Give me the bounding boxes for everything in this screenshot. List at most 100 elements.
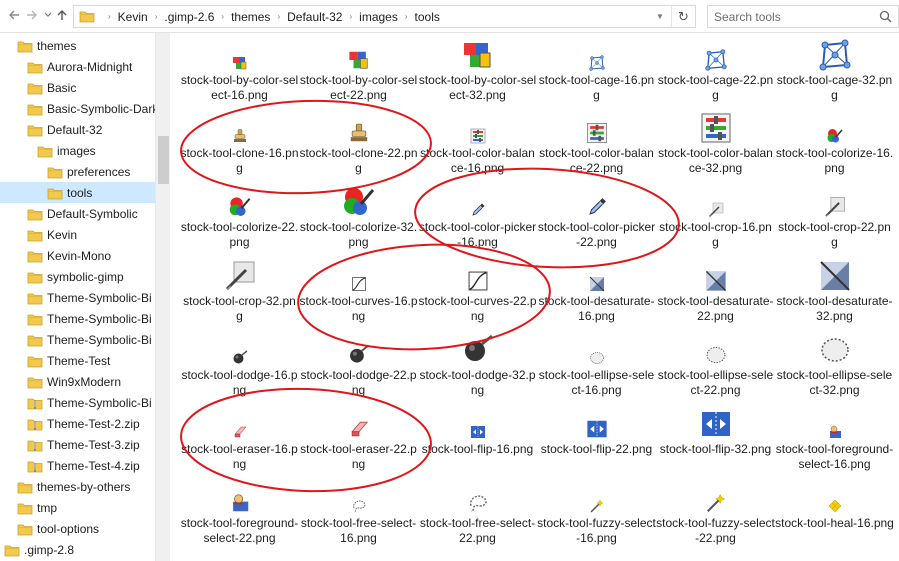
sidebar-item[interactable]: Default-Symbolic	[27, 203, 138, 224]
sidebar-item[interactable]: Theme-Test-2.zip	[27, 413, 140, 434]
file-name: stock-tool-by-color-select-16.png	[180, 73, 299, 102]
file-name: stock-tool-dodge-22.png	[300, 368, 417, 397]
sidebar-item[interactable]: .gimp-2.8	[4, 539, 74, 560]
file-item[interactable]: stock-tool-flip-16.png	[418, 408, 537, 482]
address-bar[interactable]: › Kevin › .gimp-2.6 › themes › Default-32 › image…	[73, 5, 696, 28]
file-item[interactable]: stock-tool-curves-22.png	[418, 260, 537, 334]
breadcrumb-item[interactable]: Default-32	[286, 10, 343, 24]
sidebar-item[interactable]: tools	[0, 182, 155, 203]
file-name: stock-tool-ellipse-select-16.png	[538, 368, 655, 397]
file-item[interactable]: stock-tool-color-picker-22.png	[537, 186, 656, 260]
breadcrumb-separator-icon[interactable]: ›	[399, 12, 414, 21]
file-item[interactable]: stock-tool-color-picker-16.png	[418, 186, 537, 260]
file-item[interactable]: stock-tool-flip-22.png	[537, 408, 656, 482]
sidebar-scrollbar[interactable]	[155, 33, 170, 561]
file-item[interactable]: stock-tool-eraser-22.png	[299, 408, 418, 482]
file-item[interactable]: stock-tool-dodge-22.png	[299, 334, 418, 408]
sidebar-item[interactable]: images	[37, 140, 96, 161]
file-item[interactable]: stock-tool-dodge-16.png	[180, 334, 299, 408]
file-item[interactable]: stock-tool-desaturate-16.png	[537, 260, 656, 334]
file-item[interactable]: stock-tool-color-balance-22.png	[537, 112, 656, 186]
sidebar-item[interactable]: Basic-Symbolic-Dark	[27, 98, 158, 119]
breadcrumb-separator-icon[interactable]: ›	[149, 12, 164, 21]
search-input[interactable]	[714, 9, 874, 24]
file-item[interactable]: stock-tool-cage-16.png	[537, 39, 656, 113]
breadcrumb: › Kevin › .gimp-2.6 › themes › Default-32 › image…	[102, 6, 441, 27]
file-item[interactable]: stock-tool-colorize-32.png	[299, 186, 418, 260]
forward-arrow-icon[interactable]	[24, 8, 40, 24]
file-item[interactable]: stock-tool-curves-16.png	[299, 260, 418, 334]
sidebar-item[interactable]: tool-options	[17, 518, 99, 539]
file-item[interactable]: stock-tool-crop-16.png	[656, 186, 775, 260]
sidebar-item[interactable]: Theme-Test-4.zip	[27, 455, 140, 476]
breadcrumb-separator-icon[interactable]: ›	[102, 12, 117, 21]
sidebar-item[interactable]: Default-32	[27, 119, 102, 140]
file-item[interactable]: stock-tool-crop-32.png	[180, 260, 299, 334]
file-item[interactable]: stock-tool-dodge-32.png	[418, 334, 537, 408]
file-item[interactable]: stock-tool-ellipse-select-16.png	[537, 334, 656, 408]
file-item[interactable]: stock-tool-by-color-select-32.png	[418, 39, 537, 113]
sidebar-item[interactable]: themes	[17, 35, 76, 56]
folder-icon	[4, 543, 20, 557]
breadcrumb-item[interactable]: Kevin	[117, 10, 149, 24]
sidebar-item[interactable]: Kevin	[27, 224, 77, 245]
file-name: stock-tool-colorize-16.png	[775, 146, 894, 175]
breadcrumb-separator-icon[interactable]: ›	[215, 12, 230, 21]
file-item[interactable]: stock-tool-ellipse-select-22.png	[656, 334, 775, 408]
file-item[interactable]: stock-tool-cage-22.png	[656, 39, 775, 113]
sidebar-item[interactable]: themes-by-others	[17, 476, 130, 497]
file-item[interactable]: stock-tool-color-balance-16.png	[418, 112, 537, 186]
sidebar-item-label: Kevin-Mono	[47, 248, 112, 263]
sidebar-item[interactable]: Theme-Symbolic-Bi	[27, 287, 152, 308]
breadcrumb-separator-icon[interactable]: ›	[271, 12, 286, 21]
file-item[interactable]: stock-tool-free-select-16.png	[299, 482, 418, 556]
sidebar-item[interactable]: Kevin-Mono	[27, 245, 111, 266]
sidebar-item[interactable]: Win9xModern	[27, 371, 121, 392]
file-item[interactable]: stock-tool-clone-16.png	[180, 112, 299, 186]
file-item[interactable]: stock-tool-clone-22.png	[299, 112, 418, 186]
sidebar-item[interactable]: Theme-Test	[27, 350, 110, 371]
file-item[interactable]: stock-tool-crop-22.png	[775, 186, 894, 260]
file-item[interactable]: stock-tool-cage-32.png	[775, 39, 894, 113]
file-item[interactable]: stock-tool-desaturate-32.png	[775, 260, 894, 334]
scrollbar-thumb[interactable]	[158, 136, 169, 184]
file-item[interactable]: stock-tool-desaturate-22.png	[656, 260, 775, 334]
sidebar-item[interactable]: Theme-Symbolic-Bi	[27, 329, 152, 350]
file-item[interactable]: stock-tool-foreground-select-16.png	[775, 408, 894, 482]
sidebar-item[interactable]: symbolic-gimp	[27, 266, 124, 287]
sidebar-item[interactable]: tmp	[17, 497, 57, 518]
file-item[interactable]: stock-tool-flip-32.png	[656, 408, 775, 482]
sidebar-item[interactable]: Basic	[27, 77, 76, 98]
dodge-icon	[180, 350, 299, 366]
breadcrumb-item[interactable]: .gimp-2.6	[163, 10, 215, 24]
folder-icon	[27, 60, 43, 74]
breadcrumb-separator-icon[interactable]: ›	[343, 12, 358, 21]
file-item[interactable]: stock-tool-by-color-select-22.png	[299, 39, 418, 113]
search-icon[interactable]	[879, 10, 892, 26]
sidebar-item[interactable]: preferences	[47, 161, 130, 182]
file-item[interactable]: stock-tool-colorize-22.png	[180, 186, 299, 260]
address-history-dropdown-icon[interactable]: ▼	[651, 6, 669, 27]
refresh-icon[interactable]: ↻	[671, 6, 695, 27]
sidebar-item[interactable]: Aurora-Midnight	[27, 56, 132, 77]
sidebar-item[interactable]: Theme-Symbolic-Bi	[27, 392, 152, 413]
file-item[interactable]: stock-tool-fuzzy-select-22.png	[656, 482, 775, 556]
breadcrumb-item[interactable]: tools	[414, 10, 441, 24]
file-name: stock-tool-color-balance-22.png	[539, 146, 654, 175]
back-arrow-icon[interactable]	[6, 8, 22, 24]
file-item[interactable]: stock-tool-foreground-select-22.png	[180, 482, 299, 556]
file-item[interactable]: stock-tool-eraser-16.png	[180, 408, 299, 482]
breadcrumb-item[interactable]: images	[358, 10, 399, 24]
up-arrow-icon[interactable]	[54, 8, 70, 24]
file-item[interactable]: stock-tool-by-color-select-16.png	[180, 39, 299, 113]
sidebar-item[interactable]: Theme-Test-3.zip	[27, 434, 140, 455]
file-item[interactable]: stock-tool-ellipse-select-32.png	[775, 334, 894, 408]
file-item[interactable]: stock-tool-color-balance-32.png	[656, 112, 775, 186]
breadcrumb-item[interactable]: themes	[230, 10, 271, 24]
file-item[interactable]: stock-tool-colorize-16.png	[775, 112, 894, 186]
file-item[interactable]: stock-tool-fuzzy-select-16.png	[537, 482, 656, 556]
file-item[interactable]: stock-tool-free-select-22.png	[418, 482, 537, 556]
sidebar-item[interactable]: Theme-Symbolic-Bi	[27, 308, 152, 329]
search-box[interactable]	[707, 5, 899, 28]
file-item[interactable]: stock-tool-heal-16.png	[775, 482, 894, 556]
